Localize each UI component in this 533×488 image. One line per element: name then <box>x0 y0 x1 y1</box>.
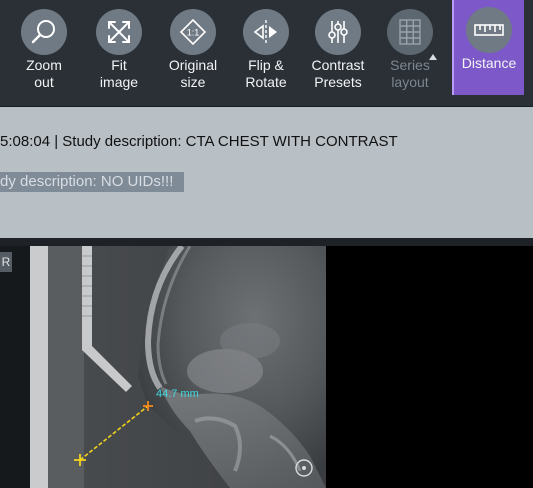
xray-image[interactable]: 44.7 mm <box>30 246 326 488</box>
original-size-button[interactable]: 1:1 Original size <box>164 0 222 96</box>
original-size-label: Original size <box>168 57 218 90</box>
series-layout-button[interactable]: Series layout <box>383 0 437 96</box>
dropdown-caret-icon <box>429 54 437 60</box>
orientation-marker-button[interactable]: R <box>0 252 12 272</box>
contrast-presets-button[interactable]: Contrast Presets <box>308 0 368 96</box>
contrast-presets-icon <box>315 9 361 55</box>
contrast-presets-label: Contrast Presets <box>311 57 365 90</box>
study-info-panel: 5:08:04 | Study description: CTA CHEST W… <box>0 107 533 238</box>
series-layout-icon <box>387 9 437 60</box>
zoom-out-icon <box>21 9 67 55</box>
viewer-toolbar: Zoom out Fit image 1:1 Original size Fli… <box>0 0 533 107</box>
fit-image-label: Fit image <box>99 57 139 90</box>
zoom-out-label: Zoom out <box>26 57 62 90</box>
flip-rotate-icon <box>243 9 289 55</box>
fit-image-button[interactable]: Fit image <box>93 0 145 96</box>
head-holder-rod <box>82 246 92 336</box>
distance-label: Distance <box>461 55 517 71</box>
svg-text:1:1: 1:1 <box>187 28 200 38</box>
fit-image-icon <box>96 9 142 55</box>
study-description-line: 5:08:04 | Study description: CTA CHEST W… <box>0 133 398 150</box>
original-size-icon: 1:1 <box>170 9 216 55</box>
film-edge <box>30 246 48 488</box>
flip-rotate-label: Flip & Rotate <box>245 57 287 90</box>
distance-button[interactable]: Distance <box>452 0 524 95</box>
ruler-icon <box>466 7 512 53</box>
image-viewport[interactable]: R 44.7 mm <box>0 246 533 488</box>
panel-divider <box>0 238 533 246</box>
series-layout-label: Series layout <box>390 57 430 90</box>
measurement-label: 44.7 mm <box>156 388 199 400</box>
study-uid-warning: dy description: NO UIDs!!! <box>0 172 185 192</box>
zoom-out-button[interactable]: Zoom out <box>19 0 69 96</box>
viewport-side-strip: R <box>0 246 30 488</box>
flip-rotate-button[interactable]: Flip & Rotate <box>240 0 292 96</box>
